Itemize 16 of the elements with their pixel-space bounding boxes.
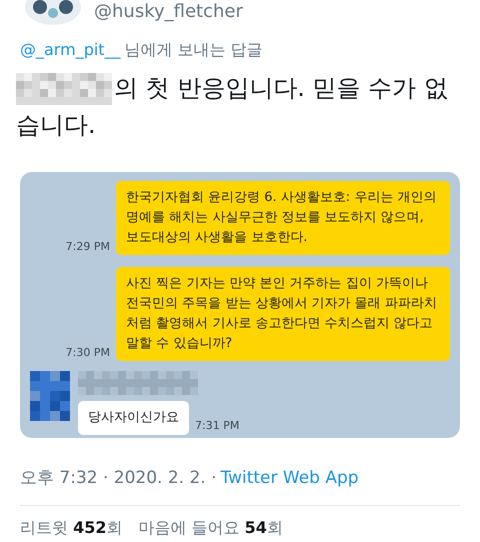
received-message-bubble: 당사자이신가요 <box>78 401 189 434</box>
engagement-stat[interactable]: 리트윗 452회 <box>20 516 122 540</box>
message-time: 7:31 PM <box>195 418 240 434</box>
tweet-timestamp[interactable]: 오후 7:32 · 2020. 2. 2. · <box>20 466 217 491</box>
engagement-stat[interactable]: 마음에 들어요 54회 <box>138 516 283 540</box>
user-handle[interactable]: @husky_fletcher <box>94 1 243 23</box>
tweet-text: 의 첫 반응입니다. 믿을 수가 없습니다. <box>16 72 449 141</box>
message-time: 7:30 PM <box>66 344 110 360</box>
message-time: 7:29 PM <box>66 238 110 254</box>
avatar-drawing <box>24 0 82 25</box>
source-link[interactable]: Twitter Web App <box>220 466 359 491</box>
sent-message-bubble: 사진 찍은 기자는 만약 본인 거주하는 집이 가뜩이나 전국민의 주목을 받는 상황에서 기자가 몰래 파파라치처럼 촬영해서 기사로 송고한다면 수치스럽지 않다고 말할 수 있습니까? <box>116 267 450 361</box>
blurred-avatar <box>30 371 70 421</box>
sent-message-bubble: 한국기자협회 윤리강령 6. 사생활보호: 우리는 개인의 명예를 해치는 사실무근한 정보를 보도하지 않으며, 보도대상의 사생활을 보호한다. <box>116 181 450 255</box>
reply-label: 님에게 보내는 답글 <box>124 39 263 61</box>
reply-mention[interactable]: @_arm_pit__ <box>20 38 121 62</box>
